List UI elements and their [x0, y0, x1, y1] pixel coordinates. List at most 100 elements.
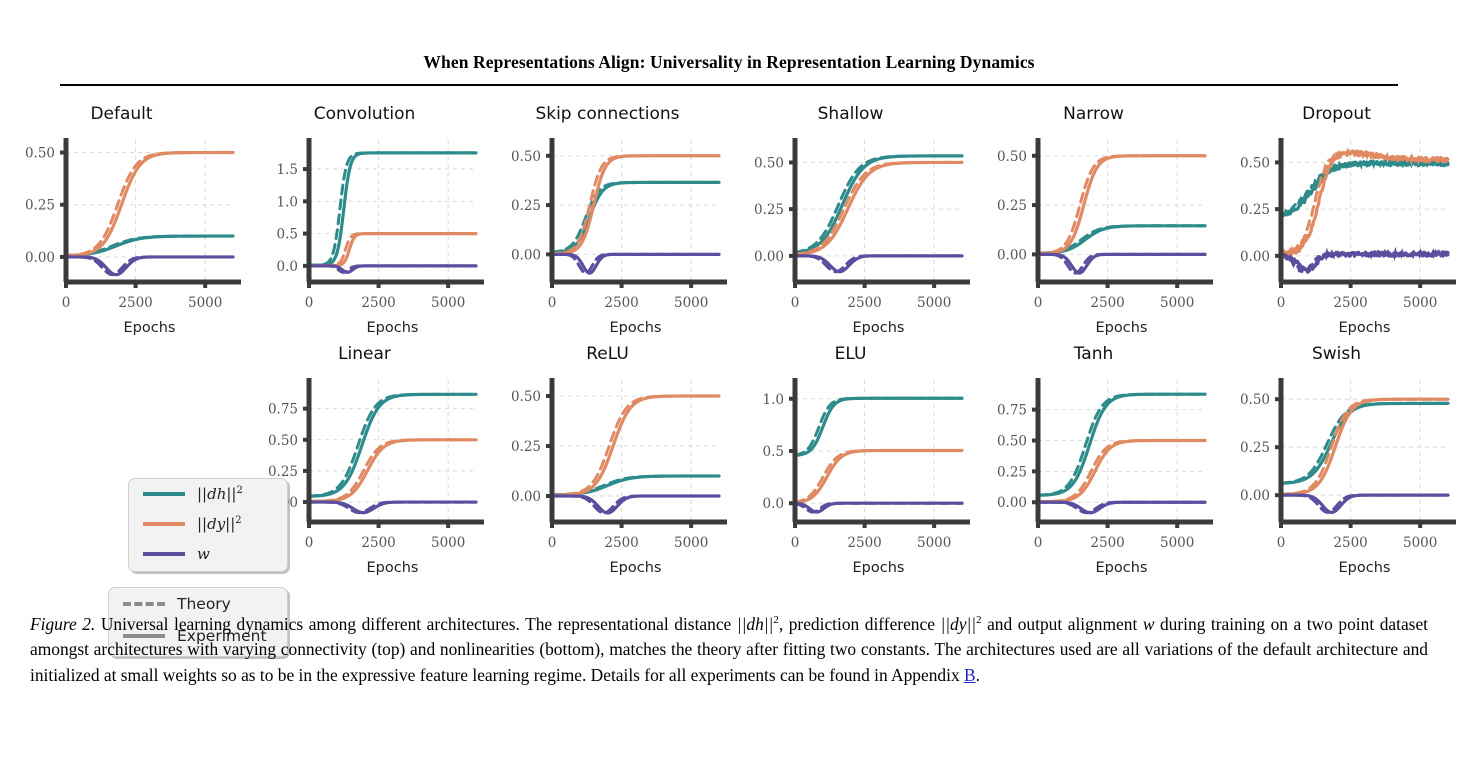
curve-theory-||dh||^2 — [1279, 156, 1450, 217]
subplot-tanh: Tanh 0.00 0.25 0.50 0.75 0 2500 5000 Epochs — [972, 340, 1215, 580]
curve-theory-w — [64, 255, 235, 277]
x-tick-label: 5000 — [674, 535, 708, 551]
x-axis-label: Epochs — [1339, 560, 1391, 576]
curve-theory-||dy||^2 — [793, 160, 964, 256]
x-tick-label: 0 — [791, 295, 800, 311]
subplot-dropout: Dropout 0.00 0.25 0.50 0 2500 5000 Epochs — [1215, 100, 1458, 340]
caption-text-2: , prediction difference — [778, 613, 941, 634]
legend-item-dh-squared[interactable]: ||dh||2 — [129, 479, 287, 509]
y-tick-label: 0.25 — [511, 198, 541, 214]
curve-experiment-w — [1279, 250, 1450, 274]
curve-theory-||dh||^2 — [307, 392, 478, 498]
curve-experiment-w — [307, 264, 478, 274]
x-tick-label: 5000 — [431, 295, 465, 311]
x-tick-label: 2500 — [361, 295, 395, 311]
x-tick-label: 0 — [791, 535, 800, 551]
subplot-convolution: Convolution 0.0 0.5 1.0 1.5 0 2500 5000 Epochs — [243, 100, 486, 340]
x-tick-label: 0 — [305, 295, 314, 311]
x-tick-label: 0 — [548, 295, 557, 311]
x-axis-label: Epochs — [1339, 320, 1391, 336]
subplot-title: Narrow — [1063, 104, 1124, 124]
subplot-title: Dropout — [1302, 104, 1371, 124]
curve-experiment-||dh||^2 — [550, 474, 721, 497]
y-tick-label: 0.25 — [1240, 202, 1270, 218]
x-tick-label: 2500 — [361, 535, 395, 551]
y-tick-label: 0.50 — [268, 433, 298, 449]
legend-label-w: w — [197, 545, 210, 563]
x-tick-label: 2500 — [604, 535, 638, 551]
curve-experiment-||dh||^2 — [307, 392, 478, 498]
y-tick-label: 0.0 — [763, 496, 784, 512]
y-tick-label: 1.0 — [277, 194, 298, 210]
y-tick-label: 0.50 — [997, 434, 1027, 450]
y-tick-label: 0.25 — [997, 198, 1027, 214]
curve-experiment-||dh||^2 — [1279, 401, 1450, 485]
x-tick-label: 2500 — [847, 535, 881, 551]
y-tick-label: 0.5 — [277, 227, 298, 243]
y-tick-label: 0.0 — [277, 259, 298, 275]
curve-experiment-w — [1279, 493, 1450, 514]
x-tick-label: 2500 — [1090, 535, 1124, 551]
x-tick-label: 0 — [1277, 295, 1286, 311]
subplot-title: Skip connections — [535, 104, 680, 124]
subplot-title: Swish — [1311, 344, 1362, 364]
x-tick-label: 0 — [1034, 295, 1043, 311]
subplot-title: ELU — [834, 344, 867, 364]
y-tick-label: 0.25 — [997, 464, 1027, 480]
running-header: When Representations Align: Universality… — [0, 52, 1458, 73]
curve-theory-||dy||^2 — [64, 151, 235, 258]
curve-experiment-||dh||^2 — [1279, 159, 1450, 217]
x-tick-label: 2500 — [118, 295, 152, 311]
curve-experiment-w — [64, 255, 235, 277]
y-tick-label: 0.00 — [1240, 488, 1270, 504]
subplot-title: Convolution — [313, 104, 416, 124]
y-tick-label: 0.50 — [1240, 392, 1270, 408]
y-tick-label: 0.00 — [25, 250, 55, 266]
legend-swatch-dashed — [123, 602, 165, 606]
legend-item-dy-squared[interactable]: ||dy||2 — [129, 509, 287, 539]
y-tick-label: 0.00 — [511, 489, 541, 505]
curve-experiment-w — [550, 494, 721, 515]
caption-text-1: Universal learning dynamics among differ… — [95, 613, 737, 634]
y-tick-label: 0.75 — [268, 402, 298, 418]
y-tick-label: 0.50 — [511, 389, 541, 405]
legend-label-dh-squared: ||dh||2 — [197, 485, 243, 503]
x-tick-label: 2500 — [847, 295, 881, 311]
plot-canvas: 0.00 0.25 0.50 0 2500 5000 Epochs — [754, 138, 970, 336]
y-tick-label: 0.25 — [511, 439, 541, 455]
series-legend: ||dh||2 ||dy||2 w — [128, 478, 288, 572]
y-tick-label: 1.0 — [763, 392, 784, 408]
subplot-row-top: Default 0.00 0.25 0.50 0 2500 5000 Epochs Convol… — [0, 100, 1458, 340]
x-axis-label: Epochs — [1096, 560, 1148, 576]
subplot-skip-connections: Skip connections 0.00 0.25 0.50 0 2500 5000 Epo… — [486, 100, 729, 340]
appendix-b-link[interactable]: B — [964, 665, 976, 685]
x-tick-label: 0 — [305, 535, 314, 551]
subplot-narrow: Narrow 0.00 0.25 0.50 0 2500 5000 Epochs — [972, 100, 1215, 340]
x-axis-label: Epochs — [124, 320, 176, 336]
figure-2: Default 0.00 0.25 0.50 0 2500 5000 Epochs Convol… — [0, 100, 1458, 657]
y-tick-label: 0.50 — [754, 155, 784, 171]
plot-canvas: 0.00 0.25 0.50 0 2500 5000 Epochs — [25, 138, 241, 336]
x-tick-label: 0 — [1034, 535, 1043, 551]
legend-label-dy-squared: ||dy||2 — [197, 515, 242, 533]
x-axis-label: Epochs — [853, 560, 905, 576]
plot-canvas: 0.00 0.25 0.50 0 2500 5000 Epochs — [997, 138, 1213, 336]
y-tick-label: 1.5 — [277, 162, 298, 178]
curve-theory-w — [1279, 493, 1450, 514]
x-axis-label: Epochs — [610, 560, 662, 576]
plot-canvas: 0.0 0.5 1.0 1.5 0 2500 5000 Epochs — [277, 138, 484, 336]
curve-experiment-||dy||^2 — [64, 150, 235, 258]
paper-title: When Representations Align: Universality… — [423, 52, 1035, 72]
figure-caption: Figure 2. Universal learning dynamics am… — [30, 608, 1428, 688]
curve-experiment-w — [307, 500, 478, 515]
y-tick-label: 0.50 — [1240, 155, 1270, 171]
curve-theory-||dh||^2 — [793, 396, 964, 457]
figure-page: When Representations Align: Universality… — [0, 0, 1458, 768]
x-tick-label: 5000 — [188, 295, 222, 311]
subplot-default: Default 0.00 0.25 0.50 0 2500 5000 Epochs — [0, 100, 243, 340]
x-tick-label: 2500 — [1333, 295, 1367, 311]
legend-item-w[interactable]: w — [129, 539, 287, 569]
x-tick-label: 5000 — [917, 295, 951, 311]
x-axis-label: Epochs — [367, 320, 419, 336]
curve-experiment-w — [1036, 500, 1207, 515]
